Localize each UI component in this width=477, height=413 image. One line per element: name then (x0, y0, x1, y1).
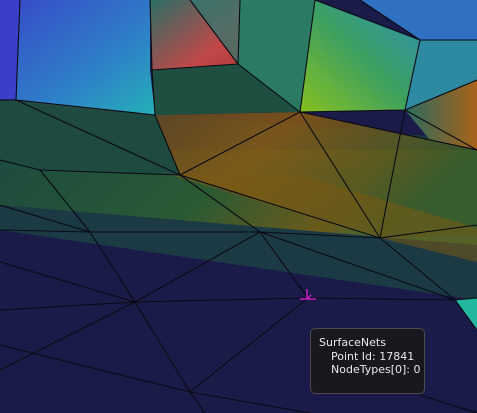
point-info-tooltip: SurfaceNets Point Id: 17841 NodeTypes[0]… (310, 328, 425, 394)
point-id-value: 17841 (379, 349, 415, 363)
tooltip-title: SurfaceNets (319, 336, 386, 349)
node-types-value: 0 (413, 363, 421, 376)
crosshair-picking-icon (298, 286, 318, 306)
tooltip-point-id-row: Point Id: 17841 (319, 350, 416, 364)
tooltip-node-types-row: NodeTypes[0]: 0 (319, 363, 421, 377)
node-types-label: NodeTypes[0]: (331, 363, 410, 376)
point-id-label: Point Id: (331, 349, 376, 363)
